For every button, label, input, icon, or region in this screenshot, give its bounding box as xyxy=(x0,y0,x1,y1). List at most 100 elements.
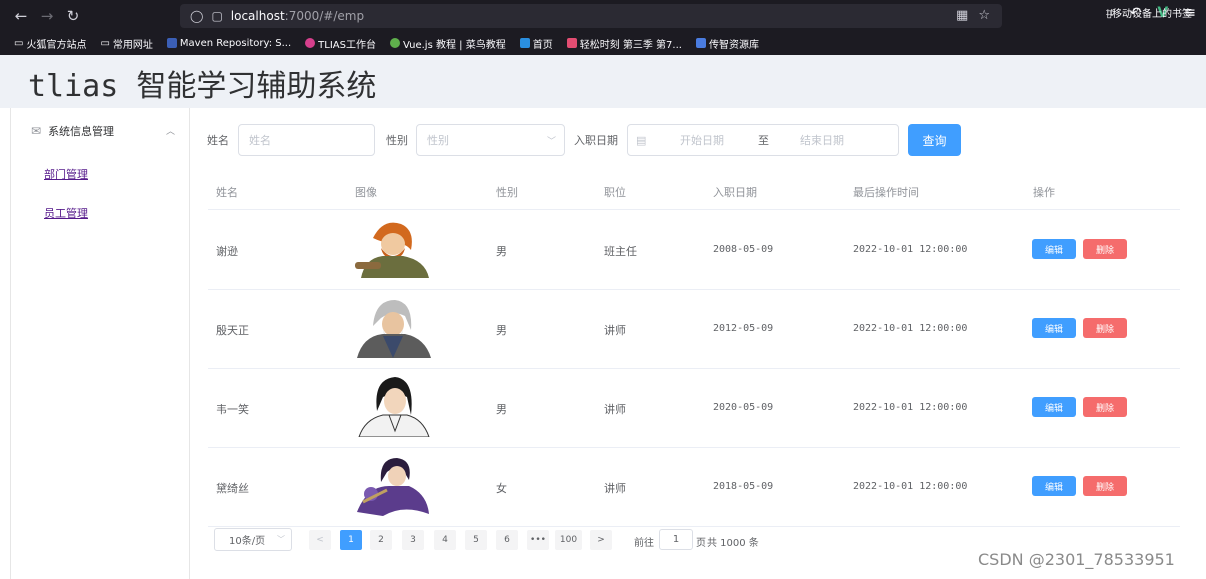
name-input[interactable]: 姓名 xyxy=(238,124,375,156)
browser-chrome: ← → ↻ ◯ ▢ localhost :7000/#/emp ▦ ☆ ⌗ ↶ … xyxy=(0,0,1206,55)
gender-select[interactable]: 性别 ﹀ xyxy=(416,124,565,156)
gender-label: 性别 xyxy=(386,134,408,147)
chevron-down-icon: ﹀ xyxy=(546,137,556,147)
edit-button[interactable]: 编辑 xyxy=(1032,397,1076,417)
cell-job: 讲师 xyxy=(604,403,626,416)
bookmark-item[interactable]: ▭ 火狐官方站点 xyxy=(14,36,86,51)
cell-gender: 男 xyxy=(496,245,507,258)
page-size-select[interactable]: 10条/页 ﹀ xyxy=(214,528,292,551)
cell-update-time: 2022-10-01 12:00:00 xyxy=(853,402,968,413)
range-separator: 至 xyxy=(758,134,769,147)
url-actions: ▦ ☆ xyxy=(956,8,990,23)
bookmarks-bar: ▭ 火狐官方站点 ▭ 常用网址 Maven Repository: S... TLI… xyxy=(0,31,1206,55)
date-label: 入职日期 xyxy=(574,134,618,147)
cell-job: 讲师 xyxy=(604,482,626,495)
page-button[interactable]: 2 xyxy=(370,530,392,550)
more-pages-button[interactable]: ••• xyxy=(527,530,549,550)
cell-gender: 男 xyxy=(496,403,507,416)
date-range-picker[interactable]: ▤ 开始日期 至 结束日期 xyxy=(627,124,899,156)
avatar xyxy=(355,222,429,278)
folder-icon: ▭ xyxy=(14,37,24,49)
back-icon[interactable]: ← xyxy=(8,7,34,25)
sidebar-item-emp[interactable]: 员工管理 xyxy=(44,205,88,221)
goto-page-input[interactable]: 1 xyxy=(659,529,693,550)
address-bar[interactable]: ◯ ▢ localhost :7000/#/emp ▦ ☆ xyxy=(180,4,1002,28)
qr-icon[interactable]: ▦ xyxy=(956,8,968,23)
bookmark-item[interactable]: ▭ 常用网址 xyxy=(100,36,152,51)
folder-icon: ▭ xyxy=(100,37,110,49)
table-divider xyxy=(208,368,1180,369)
start-date-input[interactable]: 开始日期 xyxy=(680,132,724,148)
goto-prefix: 前往 xyxy=(634,538,654,549)
page-button[interactable]: 5 xyxy=(465,530,487,550)
avatar xyxy=(358,377,430,437)
reload-icon[interactable]: ↻ xyxy=(60,7,86,25)
watermark: CSDN @2301_78533951 xyxy=(978,550,1175,569)
page-button[interactable]: 3 xyxy=(402,530,424,550)
cell-entry-date: 2008-05-09 xyxy=(713,244,774,255)
page-button[interactable]: 1 xyxy=(340,530,362,550)
table-divider xyxy=(208,289,1180,290)
sidebar-item-dept[interactable]: 部门管理 xyxy=(44,166,88,182)
cell-name: 谢逊 xyxy=(216,245,238,258)
video-icon xyxy=(566,38,577,48)
resource-icon xyxy=(695,38,706,48)
page-button[interactable]: 4 xyxy=(434,530,456,550)
sidebar: ✉ 系统信息管理 ︿ 部门管理 员工管理 xyxy=(10,108,190,579)
prev-page-button[interactable]: < xyxy=(309,530,331,550)
page-button[interactable]: 100 xyxy=(555,530,582,550)
cell-update-time: 2022-10-01 12:00:00 xyxy=(853,481,968,492)
end-date-input[interactable]: 结束日期 xyxy=(800,132,844,148)
table-divider xyxy=(208,209,1180,210)
cell-gender: 男 xyxy=(496,324,507,337)
tlias-icon xyxy=(305,38,316,48)
col-header-image: 图像 xyxy=(355,186,377,199)
bookmark-item[interactable]: TLIAS工作台 xyxy=(305,36,376,51)
runoob-icon xyxy=(389,38,400,48)
calendar-icon: ▤ xyxy=(636,133,647,147)
bookmark-item[interactable]: 传智资源库 xyxy=(695,36,759,51)
col-header-gender: 性别 xyxy=(496,186,518,199)
edit-button[interactable]: 编辑 xyxy=(1032,318,1076,338)
edit-button[interactable]: 编辑 xyxy=(1032,239,1076,259)
delete-button[interactable]: 删除 xyxy=(1083,318,1127,338)
next-page-button[interactable]: > xyxy=(590,530,612,550)
bookmark-item[interactable]: 首页 xyxy=(519,36,553,51)
cell-job: 班主任 xyxy=(604,245,637,258)
menu-title-label: 系统信息管理 xyxy=(48,125,115,138)
avatar xyxy=(357,300,431,358)
cell-name: 黛绮丝 xyxy=(216,482,249,495)
bookmark-item[interactable]: Maven Repository: S... xyxy=(166,38,291,49)
bookmark-item[interactable]: 轻松时刻 第三季 第7... xyxy=(566,36,682,51)
total-count: 共 1000 条 xyxy=(707,538,759,549)
bookmark-item[interactable]: Vue.js 教程 | 菜鸟教程 xyxy=(389,36,506,51)
forward-icon[interactable]: → xyxy=(34,7,60,25)
col-header-name: 姓名 xyxy=(216,186,238,199)
avatar xyxy=(357,458,429,516)
cell-name: 韦一笑 xyxy=(216,403,249,416)
col-header-entry-date: 入职日期 xyxy=(713,186,757,199)
maven-icon xyxy=(166,38,177,48)
goto-suffix: 页 xyxy=(696,538,706,549)
col-header-actions: 操作 xyxy=(1033,186,1055,199)
star-icon[interactable]: ☆ xyxy=(978,8,990,23)
chevron-up-icon[interactable]: ︿ xyxy=(166,124,175,137)
url-host: localhost xyxy=(230,9,285,23)
cell-gender: 女 xyxy=(496,482,507,495)
delete-button[interactable]: 删除 xyxy=(1083,239,1127,259)
col-header-update-time: 最后操作时间 xyxy=(853,186,919,199)
table-divider xyxy=(208,526,1180,527)
menu-system-info[interactable]: ✉ 系统信息管理 xyxy=(31,123,114,139)
name-label: 姓名 xyxy=(207,134,229,147)
mobile-bookmarks[interactable]: ▯移动设备上的书签 xyxy=(1106,5,1192,20)
url-path: :7000/#/emp xyxy=(284,9,365,23)
edit-button[interactable]: 编辑 xyxy=(1032,476,1076,496)
chevron-down-icon: ﹀ xyxy=(277,535,285,544)
query-button[interactable]: 查询 xyxy=(908,124,961,156)
delete-button[interactable]: 删除 xyxy=(1083,397,1127,417)
cell-entry-date: 2020-05-09 xyxy=(713,402,774,413)
delete-button[interactable]: 删除 xyxy=(1083,476,1127,496)
bilibili-icon xyxy=(519,38,530,48)
page-button[interactable]: 6 xyxy=(496,530,518,550)
cell-update-time: 2022-10-01 12:00:00 xyxy=(853,244,968,255)
